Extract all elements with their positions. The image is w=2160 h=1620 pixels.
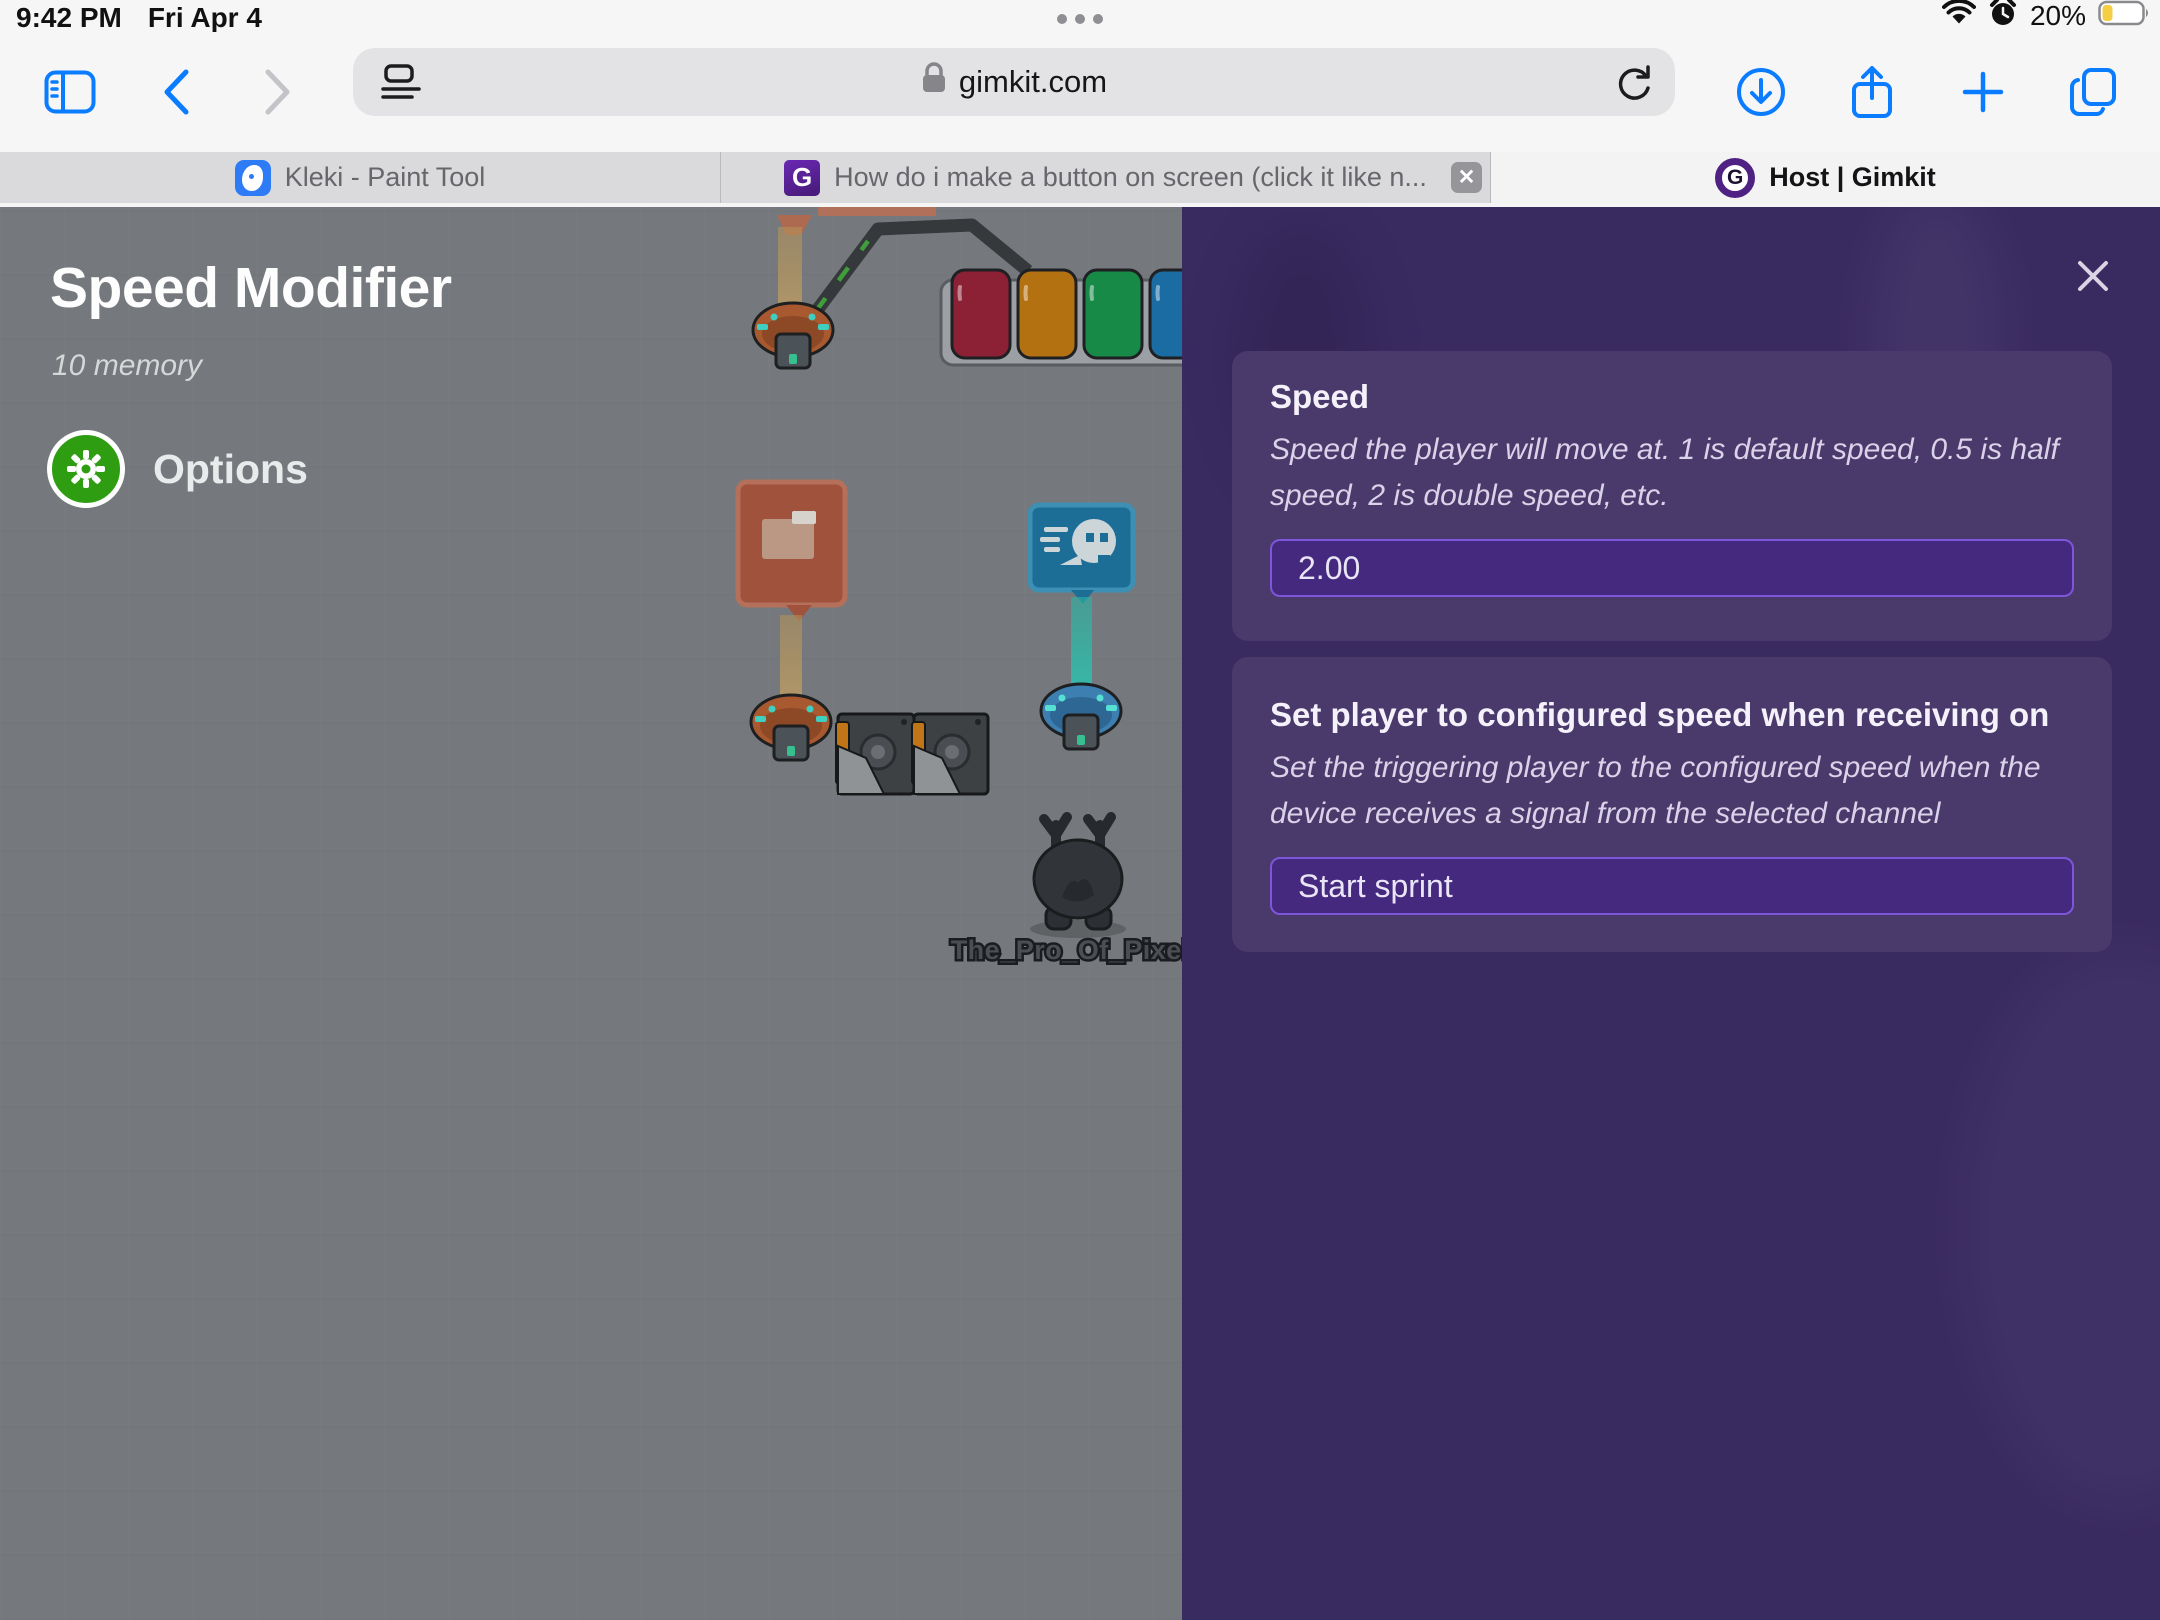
setting-description: Set the triggering player to the configu… [1270,745,2074,837]
speed-modifier-device[interactable] [1030,505,1133,749]
setting-heading: Speed [1270,377,2074,417]
address-bar[interactable]: gimkit.com [353,48,1675,116]
clock-time: 9:42 PM [16,2,122,34]
battery-icon [2098,0,2150,33]
share-button[interactable] [1836,56,1908,128]
device-title: Speed Modifier [50,255,452,321]
tab-title: Host | Gimkit [1769,162,1936,193]
setting-description: Speed the player will move at. 1 is defa… [1270,427,2074,519]
downloads-button[interactable] [1725,56,1797,128]
back-button[interactable] [140,56,212,128]
tab-close-button[interactable]: ✕ [1451,162,1482,193]
speed-input[interactable] [1270,539,2074,597]
speed-setting-card: Speed Speed the player will move at. 1 i… [1232,351,2112,641]
setting-heading: Set player to configured speed when rece… [1270,695,2074,735]
tab-title: How do i make a button on screen (click … [834,162,1427,193]
gimkit-favicon: G [784,160,820,196]
tab-kleki[interactable]: Kleki - Paint Tool [0,152,721,203]
clock-date: Fri Apr 4 [148,2,262,34]
tab-host-gimkit[interactable]: G Host | Gimkit [1491,152,2160,203]
close-panel-button[interactable] [2070,253,2116,299]
wifi-icon [1942,0,1976,33]
options-row[interactable]: Options [47,430,308,508]
channel-input[interactable] [1270,857,2074,915]
tab-strip: Kleki - Paint Tool G How do i make a but… [0,152,2160,207]
tab-title: Kleki - Paint Tool [285,162,486,193]
close-icon [2074,257,2112,295]
lock-icon [921,62,947,102]
player-character [1030,817,1126,938]
notification-device[interactable] [738,482,845,760]
gimkit-logo: G [1715,158,1755,198]
status-bar: 9:42 PM Fri Apr 4 20% [0,0,2160,32]
forward-button[interactable] [242,56,314,128]
battery-percent: 20% [2030,0,2086,32]
tab-overview-button[interactable] [2058,56,2130,128]
ipad-screen: 9:42 PM Fri Apr 4 20% [0,0,2160,1620]
reload-button[interactable] [1615,64,1653,107]
options-button[interactable] [47,430,125,508]
tab-gimkit-forum[interactable]: G How do i make a button on screen (clic… [721,152,1491,203]
game-canvas[interactable]: The_Pro_Of_Pixels [0,207,1182,1620]
safari-toolbar: gimkit.com [0,32,2160,152]
channel-setting-card: Set player to configured speed when rece… [1232,657,2112,952]
alarm-icon [1988,0,2018,35]
device-memory: 10 memory [52,349,202,383]
sidebar-toggle-button[interactable] [34,56,106,128]
game-area-dimmed: The_Pro_Of_Pixels Speed Modifier 10 memo… [0,207,1182,1620]
player-name-label: The_Pro_Of_Pixels [951,935,1182,965]
options-label: Options [153,446,308,493]
new-tab-button[interactable] [1947,56,2019,128]
url-text: gimkit.com [959,64,1107,100]
multitask-handle[interactable] [1057,14,1103,24]
kleki-favicon [235,160,271,196]
page-content: The_Pro_Of_Pixels Speed Modifier 10 memo… [0,207,2160,1620]
settings-panel: Speed Speed the player will move at. 1 i… [1182,207,2160,1620]
gear-icon [65,448,107,490]
prop-machines[interactable] [836,714,988,794]
button-row[interactable] [941,270,1182,365]
